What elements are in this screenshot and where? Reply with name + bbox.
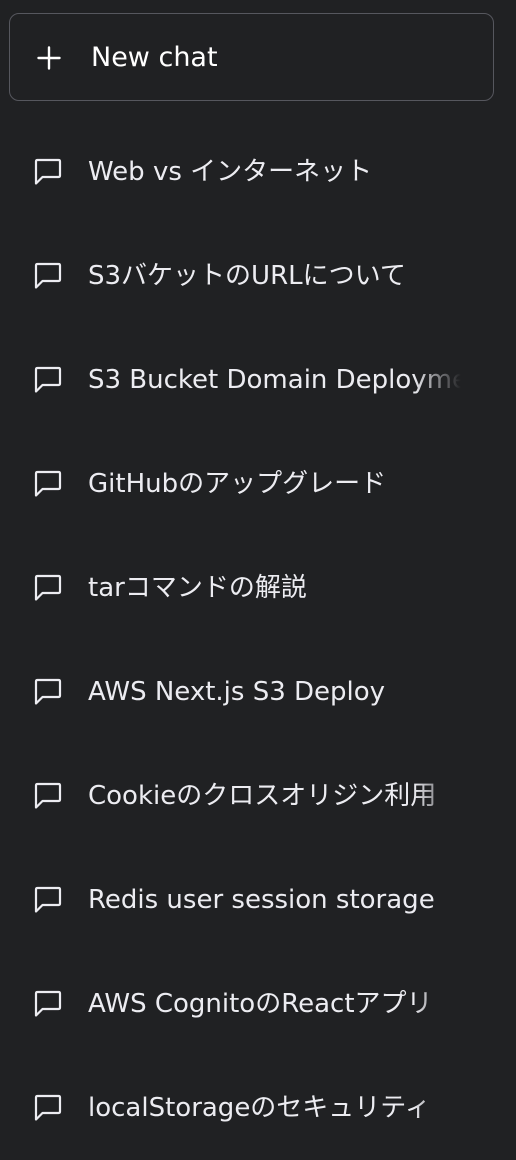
message-square-icon (34, 886, 62, 913)
chat-title: localStorageのセキュリティ (88, 1093, 431, 1123)
message-square-icon (34, 470, 62, 497)
chat-title: GitHubのアップグレード (88, 469, 387, 499)
message-square-icon (34, 366, 62, 393)
message-square-icon (34, 782, 62, 809)
chat-history-item[interactable]: S3バケットのURLについて (0, 224, 516, 328)
new-chat-button[interactable]: New chat (9, 13, 494, 101)
message-square-icon (34, 158, 62, 185)
chat-title: AWS Next.js S3 Deploy (88, 677, 386, 707)
plus-icon (37, 46, 61, 70)
new-chat-label: New chat (91, 42, 218, 73)
chat-history-item[interactable]: tarコマンドの解説 (0, 536, 516, 640)
sidebar: New chat Web vs インターネット S3バケットのURLについて S… (0, 0, 516, 1160)
chat-history-list: Web vs インターネット S3バケットのURLについて S3 Bucket … (0, 120, 516, 1160)
chat-title: AWS CognitoのReactアプリ (88, 989, 433, 1019)
message-square-icon (34, 1094, 62, 1121)
chat-history-item[interactable]: localStorageのセキュリティ (0, 1056, 516, 1160)
message-square-icon (34, 990, 62, 1017)
message-square-icon (34, 678, 62, 705)
chat-title: Redis user session storage (88, 885, 435, 915)
chat-history-item[interactable]: AWS CognitoのReactアプリ (0, 952, 516, 1056)
chat-title: S3 Bucket Domain Deployment (88, 365, 466, 395)
message-square-icon (34, 574, 62, 601)
chat-history-item[interactable]: S3 Bucket Domain Deployment (0, 328, 516, 432)
chat-history-item[interactable]: GitHubのアップグレード (0, 432, 516, 536)
message-square-icon (34, 262, 62, 289)
chat-history-item[interactable]: Redis user session storage (0, 848, 516, 952)
chat-title: Web vs インターネット (88, 157, 373, 187)
chat-history-item[interactable]: Web vs インターネット (0, 120, 516, 224)
chat-history-item[interactable]: Cookieのクロスオリジン利用 (0, 744, 516, 848)
chat-title: S3バケットのURLについて (88, 261, 406, 291)
chat-history-item[interactable]: AWS Next.js S3 Deploy (0, 640, 516, 744)
chat-title: tarコマンドの解説 (88, 573, 307, 603)
chat-title: Cookieのクロスオリジン利用 (88, 781, 437, 811)
